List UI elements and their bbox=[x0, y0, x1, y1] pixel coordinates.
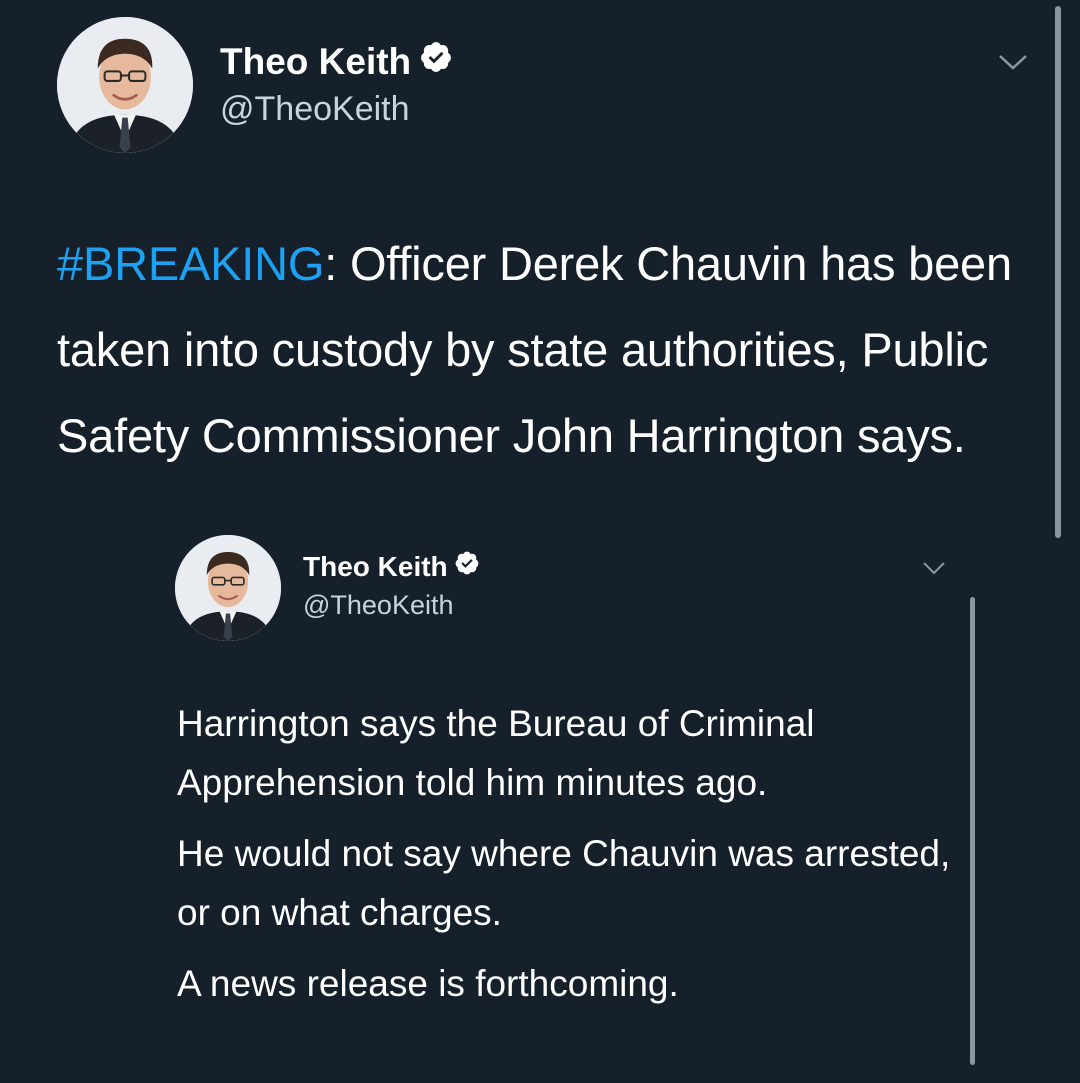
author-name[interactable]: Theo Keith bbox=[303, 551, 448, 583]
tweet-text: #BREAKING: Officer Derek Chauvin has bee… bbox=[57, 221, 1017, 479]
author-name-row[interactable]: Theo Keith bbox=[220, 40, 453, 83]
tweet-paragraph: He would not say where Chauvin was arres… bbox=[177, 833, 951, 933]
tweet-paragraph: A news release is forthcoming. bbox=[177, 963, 679, 1004]
author-name[interactable]: Theo Keith bbox=[220, 41, 411, 83]
verified-badge-icon bbox=[419, 40, 453, 83]
hashtag-link[interactable]: #BREAKING bbox=[57, 237, 324, 290]
author-handle[interactable]: @TheoKeith bbox=[220, 90, 410, 129]
chevron-down-icon[interactable] bbox=[997, 52, 1029, 72]
verified-badge-icon bbox=[454, 550, 480, 583]
author-name-row[interactable]: Theo Keith bbox=[303, 550, 480, 583]
avatar-photo-icon bbox=[57, 17, 193, 153]
avatar-photo-icon bbox=[175, 535, 281, 641]
scrollbar[interactable] bbox=[1055, 6, 1061, 538]
author-handle[interactable]: @TheoKeith bbox=[303, 590, 454, 621]
avatar[interactable] bbox=[175, 535, 281, 641]
tweet-paragraph: Harrington says the Bureau of Criminal A… bbox=[177, 703, 815, 803]
tweet-text: Harrington says the Bureau of Criminal A… bbox=[177, 694, 957, 1025]
avatar[interactable] bbox=[57, 17, 193, 153]
scrollbar[interactable] bbox=[970, 597, 975, 1065]
chevron-down-icon[interactable] bbox=[922, 561, 946, 575]
